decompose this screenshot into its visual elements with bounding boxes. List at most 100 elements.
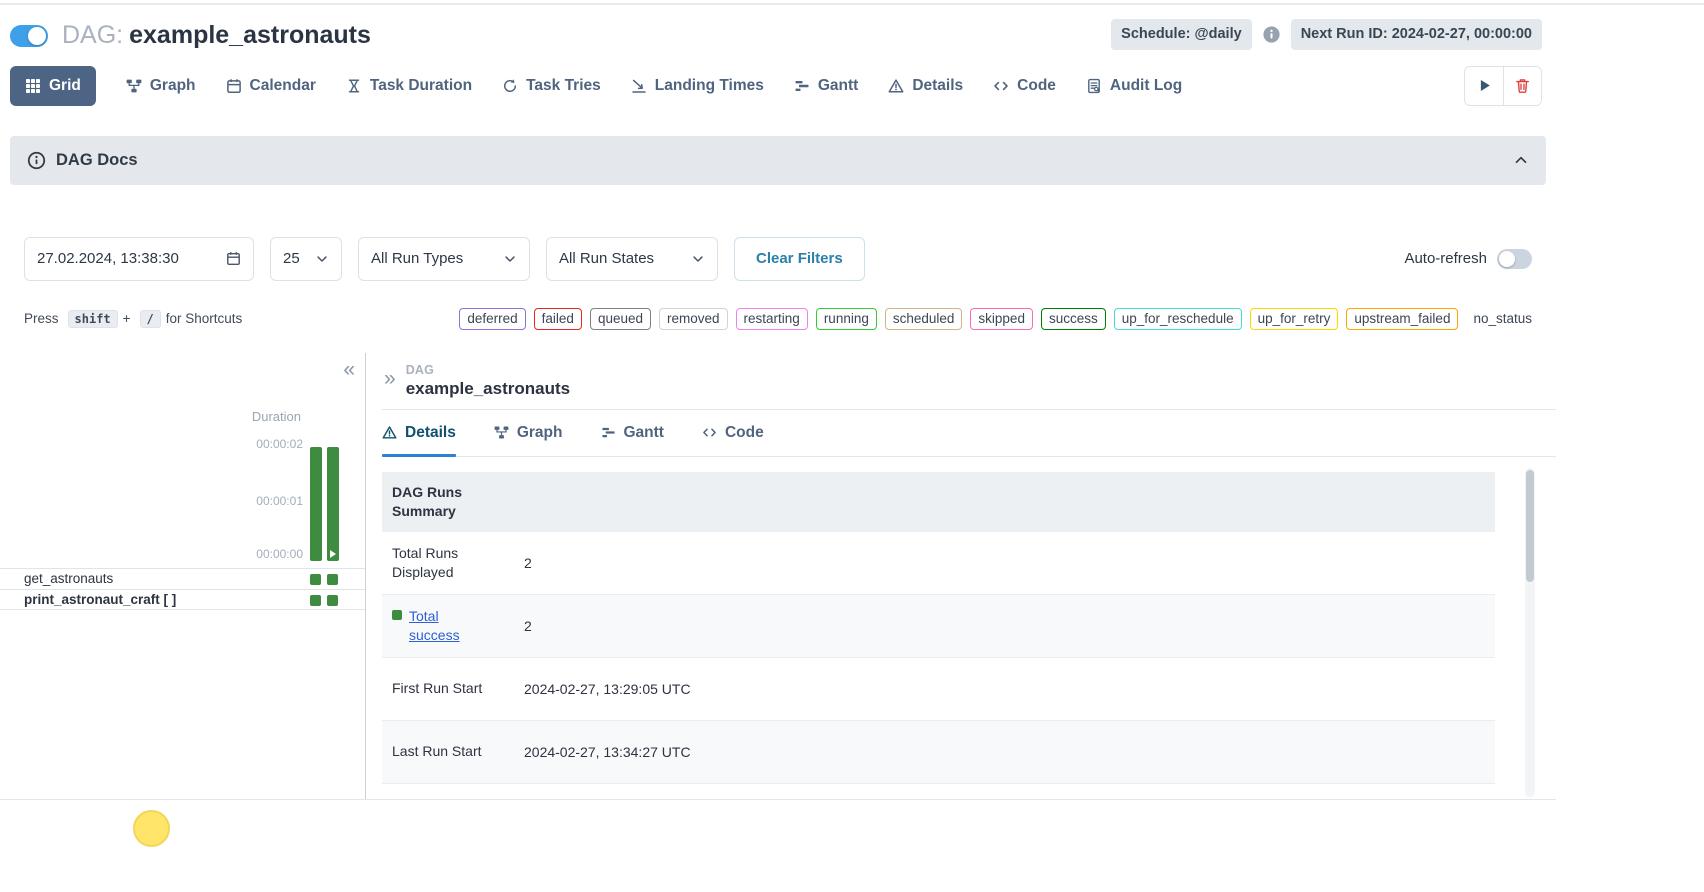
base-date-input[interactable]: 27.02.2024, 13:38:30 [24,237,254,281]
calendar-picker-icon[interactable] [226,251,241,266]
dag-toolbar: Grid Graph Calendar Task Duration Task T… [0,54,1556,108]
tab-task-tries-label: Task Tries [526,77,601,95]
tab-audit-log[interactable]: Audit Log [1086,77,1182,95]
scrollbar-thumb[interactable] [1526,470,1534,582]
dag-docs-bar[interactable]: DAG Docs [10,136,1546,185]
delete-dag-button[interactable] [1503,67,1541,105]
page-size-select[interactable]: 25 [270,237,342,281]
toggle-knob [28,27,46,45]
run-type-value: All Run Types [371,250,463,267]
table-row: Total Runs Displayed 2 [382,532,1495,595]
row-label: First Run Start [392,679,524,697]
legend-restarting: restarting [736,308,808,330]
legend-running: running [816,308,877,330]
details-tab-details[interactable]: Details [382,410,456,456]
hourglass-icon [346,78,362,94]
legend-no-status: no_status [1466,309,1532,329]
graph-icon [126,78,142,94]
trash-icon [1514,77,1531,94]
airflow-dag-page: DAG:example_astronauts Schedule: @daily … [0,0,1704,892]
tab-graph[interactable]: Graph [126,77,196,95]
landing-icon [631,78,647,94]
task-name-link[interactable]: get_astronauts [0,571,113,586]
tab-landing-times-label: Landing Times [655,77,764,95]
details-tab-details-label: Details [405,424,456,442]
dag-pause-toggle[interactable] [10,25,48,47]
cursor-highlight [133,810,170,847]
legend-up-for-reschedule: up_for_reschedule [1114,308,1242,330]
tab-details[interactable]: Details [888,77,963,95]
audit-log-icon [1086,78,1102,94]
task-instance-square[interactable] [310,574,321,585]
details-title: example_astronauts [406,379,570,399]
details-tab-graph[interactable]: Graph [494,410,563,456]
chevron-down-icon [315,252,329,266]
dag-run-bar[interactable] [310,447,322,561]
grid-panel: « Duration 00:00:02 00:00:01 00:00:00 ge… [0,353,365,799]
warning-triangle-icon [382,425,397,440]
dag-prefix-label: DAG: [62,21,123,49]
expand-panel-icon[interactable]: » [384,368,396,399]
task-name-link[interactable]: print_astronaut_craft [ ] [0,592,176,607]
task-row: print_astronaut_craft [ ] [0,589,365,610]
trigger-dag-button[interactable] [1465,67,1503,105]
auto-refresh-label: Auto-refresh [1404,250,1487,267]
graph-icon [494,425,509,440]
dag-docs-label: DAG Docs [56,151,138,170]
base-date-value: 27.02.2024, 13:38:30 [37,250,179,267]
tab-graph-label: Graph [150,77,196,95]
task-instance-square[interactable] [310,595,321,606]
details-tab-graph-label: Graph [517,424,563,442]
task-row: get_astronauts [0,568,365,589]
row-label: Last Run Start [392,742,524,760]
shortcuts-hint-suffix: for Shortcuts [166,311,243,326]
tab-code-label: Code [1017,77,1056,95]
tab-task-duration-label: Task Duration [370,77,472,95]
tab-landing-times[interactable]: Landing Times [631,77,764,95]
table-header-row: DAG Runs Summary [382,472,1495,532]
code-icon [993,78,1009,94]
chevron-up-icon[interactable] [1513,152,1529,168]
legend-success: success [1041,308,1106,330]
schedule-info-icon[interactable] [1262,25,1281,44]
task-instance-square[interactable] [327,595,338,606]
details-header: » DAG example_astronauts [382,353,1556,410]
legend-removed: removed [659,308,728,330]
tab-task-duration[interactable]: Task Duration [346,77,472,95]
row-label: Total Runs Displayed [392,544,524,580]
tab-task-tries[interactable]: Task Tries [502,77,601,95]
dag-run-bar[interactable] [327,447,339,561]
slash-key-chip: / [140,310,161,328]
tab-details-label: Details [912,77,963,95]
details-tabs: Details Graph Gantt Code [382,410,1556,457]
gantt-icon [601,425,616,440]
info-circle-icon [27,151,46,170]
toggle-knob [1499,251,1515,267]
shortcuts-and-legend-row: Press shift + / for Shortcuts deferred f… [0,308,1556,330]
tab-audit-log-label: Audit Log [1110,77,1182,95]
table-row: Last Run Start 2024-02-27, 13:34:27 UTC [382,721,1495,784]
tab-calendar[interactable]: Calendar [226,77,316,95]
details-tab-gantt[interactable]: Gantt [601,410,664,456]
details-tab-code-label: Code [725,424,764,442]
run-state-select[interactable]: All Run States [546,237,718,281]
details-tab-code[interactable]: Code [702,410,764,456]
run-type-select[interactable]: All Run Types [358,237,530,281]
table-row: First Run Start 2024-02-27, 13:29:05 UTC [382,658,1495,721]
tab-code[interactable]: Code [993,77,1056,95]
collapse-panel-icon[interactable]: « [343,359,355,380]
run-state-value: All Run States [559,250,654,267]
row-value: 2 [524,618,1495,634]
tab-gantt[interactable]: Gantt [794,77,858,95]
total-success-link[interactable]: Total success [409,607,479,643]
page-title: DAG:example_astronauts [62,22,371,50]
main-content: « Duration 00:00:02 00:00:01 00:00:00 ge… [0,353,1556,800]
tab-grid[interactable]: Grid [10,66,96,106]
clear-filters-button[interactable]: Clear Filters [734,237,865,281]
auto-refresh-toggle[interactable] [1497,249,1532,269]
play-icon [1476,77,1493,94]
chevron-down-icon [691,252,705,266]
schedule-badge: Schedule: @daily [1111,19,1252,50]
details-kicker: DAG [406,363,570,377]
task-instance-square[interactable] [327,574,338,585]
